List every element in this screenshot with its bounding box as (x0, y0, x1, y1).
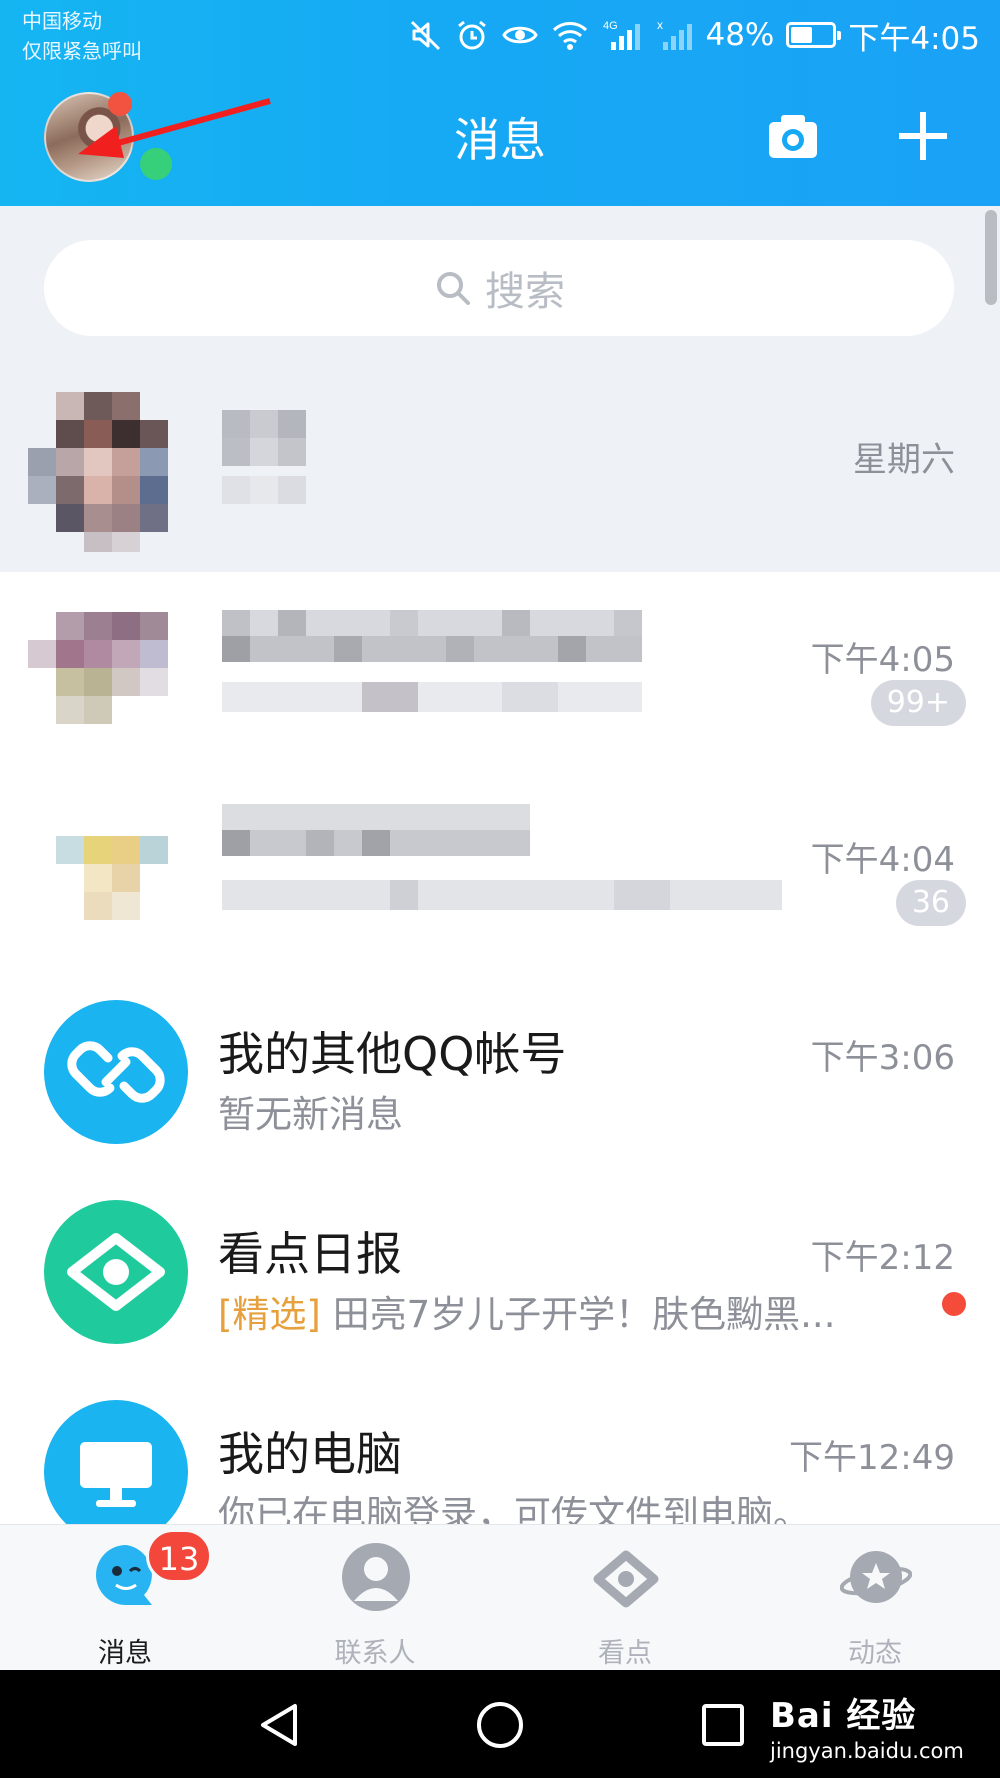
chat-row-3[interactable]: 下午4:04 36 (0, 772, 1000, 972)
tab-label: 消息 (98, 1638, 152, 1669)
baidu-jingyan-watermark: Bai 经验 jingyan.baidu.com (770, 1688, 964, 1763)
eye-icon (593, 1550, 659, 1608)
add-icon[interactable] (895, 108, 951, 164)
page-title: 消息 (454, 113, 546, 167)
chat-name: 我的其他QQ帐号 (218, 1027, 567, 1081)
chat-time: 星期六 (853, 440, 955, 480)
tab-label: 联系人 (334, 1638, 416, 1669)
tab-feed[interactable]: 动态 (750, 1525, 1000, 1671)
message-blurred (222, 610, 642, 712)
status-bar-right: 4G x 48% 下午4:05 (409, 12, 980, 58)
chat-row-1[interactable]: 星期六 (0, 372, 1000, 572)
bottom-tab-bar: 13 消息 联系人 看点 动态 (0, 1524, 1000, 1670)
chat-time: 下午2:12 (810, 1238, 955, 1278)
wifi-icon (553, 22, 588, 50)
tab-label: 看点 (598, 1638, 652, 1669)
message-blurred (222, 804, 782, 910)
search-icon (437, 272, 470, 305)
unread-count-badge: 36 (895, 880, 966, 926)
chat-name: 我的电脑 (218, 1427, 402, 1481)
tab-label: 动态 (848, 1638, 902, 1669)
chat-row-kandian-daily[interactable]: 看点日报 [精选] 田亮7岁儿子开学！肤色黝黑... 下午2:12 (0, 1172, 1000, 1372)
signal-no-sim-icon: x (657, 18, 693, 50)
search-input[interactable]: 搜索 (44, 240, 954, 336)
chat-name: 看点日报 (218, 1227, 402, 1281)
chat-row-2[interactable]: 下午4:05 99+ (0, 572, 1000, 772)
header-bar: 中国移动 仅限紧急呼叫 4G x 48% 下午4:05 消息 (0, 0, 1000, 206)
home-icon[interactable] (475, 1700, 525, 1750)
avatar-blurred (56, 836, 168, 920)
kandian-daily-avatar (44, 1200, 188, 1344)
chat-row-other-accounts[interactable]: 我的其他QQ帐号 暂无新消息 下午3:06 (0, 972, 1000, 1172)
avatar-blurred (28, 392, 168, 552)
contacts-icon (342, 1543, 410, 1611)
back-icon[interactable] (255, 1700, 305, 1750)
tab-messages[interactable]: 13 消息 (0, 1525, 250, 1671)
mute-icon (411, 20, 441, 51)
chat-time: 下午12:49 (789, 1438, 955, 1478)
unread-count-badge: 99+ (870, 680, 966, 726)
eye-comfort-icon (502, 26, 539, 44)
battery-percent: 48% (705, 17, 775, 53)
watermark-url: jingyan.baidu.com (770, 1739, 964, 1763)
svg-text:x: x (657, 18, 663, 32)
message-count-badge: 13 (146, 1529, 212, 1583)
camera-icon[interactable] (765, 108, 821, 164)
link-icon (67, 1041, 165, 1103)
avatar-blurred (28, 612, 168, 724)
emergency-only-text: 仅限紧急呼叫 (22, 39, 142, 63)
preview-tag: [精选] (218, 1293, 321, 1336)
my-computer-avatar (44, 1400, 188, 1544)
svg-text:4G: 4G (603, 20, 618, 32)
tab-contacts[interactable]: 联系人 (250, 1525, 500, 1671)
alarm-icon (458, 20, 487, 50)
eye-icon (67, 1233, 165, 1311)
star-planet-icon (840, 1551, 912, 1603)
search-placeholder: 搜索 (485, 269, 565, 315)
chat-time: 下午4:04 (810, 840, 955, 880)
battery-icon (786, 22, 842, 48)
preview-text: 田亮7岁儿子开学！肤色黝黑... (320, 1293, 836, 1336)
scrollbar[interactable] (985, 210, 997, 305)
tab-kandian[interactable]: 看点 (500, 1525, 750, 1671)
signal-4g-icon: 4G (603, 20, 641, 50)
other-accounts-avatar (44, 1000, 188, 1144)
chat-preview: 暂无新消息 (218, 1093, 403, 1136)
watermark-brand: Bai 经验 (770, 1696, 917, 1736)
unread-dot (942, 1292, 966, 1316)
recent-apps-icon[interactable] (698, 1700, 748, 1750)
carrier-name: 中国移动 (22, 9, 102, 33)
chat-time: 下午4:05 (810, 640, 955, 680)
name-blurred (222, 410, 306, 504)
chat-time: 下午3:06 (810, 1038, 955, 1078)
chat-preview: [精选] 田亮7岁儿子开学！肤色黝黑... (218, 1284, 835, 1338)
status-bar-left: 中国移动 仅限紧急呼叫 (22, 6, 142, 66)
monitor-icon (80, 1442, 152, 1507)
clock: 下午4:05 (848, 20, 980, 57)
